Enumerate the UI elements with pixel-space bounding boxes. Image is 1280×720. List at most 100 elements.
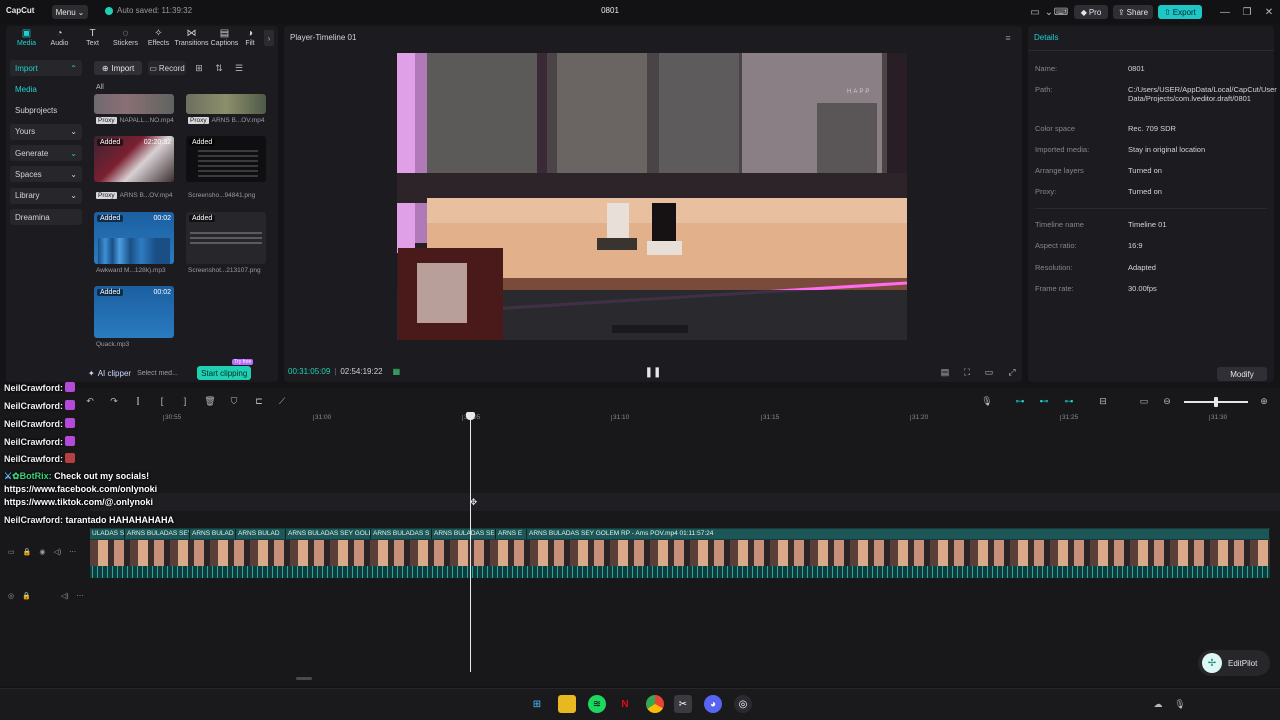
zoom-in-icon[interactable]: ⊕ — [1257, 394, 1271, 408]
modify-button[interactable]: Modify — [1217, 367, 1267, 381]
clip-label[interactable]: ARNS BULADAS SEY GOLEM RP - Ams POV.mp4 … — [527, 529, 1270, 539]
tab-effects[interactable]: ✧ Effects — [142, 26, 175, 50]
link-icon[interactable]: ⊶ — [1013, 394, 1027, 408]
fullscreen-icon[interactable]: ⤢ — [1005, 365, 1019, 379]
sidebar-item-spaces[interactable]: Spaces ⌄ — [10, 166, 82, 183]
ratio-icon[interactable]: ▭ — [982, 365, 996, 379]
file-explorer-icon[interactable] — [558, 695, 576, 713]
sidebar-item-dreamina[interactable]: Dreamina — [10, 209, 82, 226]
sidebar-item-import[interactable]: Import ⌃ — [10, 60, 82, 76]
split-icon[interactable]: ⫿ — [131, 394, 145, 408]
obs-icon[interactable]: ◎ — [734, 695, 752, 713]
horizontal-scrollbar[interactable] — [296, 677, 312, 680]
ai-clipper-button[interactable]: ✦ AI clipper — [88, 369, 131, 378]
shield-icon[interactable]: ⛉ — [227, 394, 241, 408]
select-media-field[interactable]: Select med... — [137, 370, 191, 377]
pro-button[interactable]: ◆ Pro — [1074, 5, 1108, 19]
sidebar-item-media[interactable]: Media — [10, 81, 82, 97]
media-thumb[interactable]: Added — [186, 212, 266, 264]
tab-captions[interactable]: ▤ Captions — [208, 26, 241, 50]
clip-label[interactable]: ARNS BULADAS SE — [432, 529, 496, 539]
export-button[interactable]: ⇧ Export — [1158, 5, 1202, 19]
fit-screen-icon[interactable]: ⛶ — [960, 365, 974, 379]
more-icon[interactable]: ⋯ — [69, 548, 76, 556]
media-thumb[interactable] — [94, 94, 174, 114]
clip-label[interactable]: ARNS BULADAS SEY — [125, 529, 190, 539]
windows-start-icon[interactable]: ⊞ — [528, 695, 546, 713]
grid-icon[interactable]: ▦ — [393, 367, 401, 376]
playhead[interactable] — [470, 416, 471, 672]
magic-icon[interactable]: ⟋ — [275, 394, 289, 408]
netflix-icon[interactable]: N — [616, 695, 634, 713]
shortcuts-icon[interactable]: ⌨ — [1054, 5, 1068, 19]
zoom-slider-handle[interactable] — [1214, 397, 1218, 407]
start-clipping-button[interactable]: Start clipping Try free — [197, 359, 254, 380]
menu-button[interactable]: Menu ⌄ — [52, 5, 88, 19]
media-thumb[interactable]: Added 00:02 — [94, 212, 174, 264]
grid-view-icon[interactable]: ⊞ — [192, 61, 206, 75]
maximize-icon[interactable]: ❐ — [1240, 5, 1254, 19]
preview-axis-icon[interactable]: ⊟ — [1096, 394, 1110, 408]
redo-icon[interactable]: ↷ — [107, 394, 121, 408]
minimize-icon[interactable]: — — [1218, 5, 1232, 19]
layout-icon[interactable]: ▭ — [1028, 5, 1042, 19]
sidebar-item-library[interactable]: Library ⌄ — [10, 187, 82, 204]
clip-label[interactable]: ARNS BULADAS S — [371, 529, 432, 539]
tab-stickers[interactable]: ◌ Stickers — [109, 26, 142, 50]
filter-all-label[interactable]: All — [96, 84, 104, 91]
overlay-track[interactable] — [90, 493, 1280, 511]
trim-left-icon[interactable]: [ — [155, 394, 169, 408]
network-icon[interactable]: ☁ — [1152, 698, 1164, 710]
sidebar-item-yours[interactable]: Yours ⌄ — [10, 123, 82, 140]
sidebar-item-generate[interactable]: Generate ⌄ — [10, 145, 82, 162]
media-thumb[interactable]: Added 00:02 — [94, 286, 174, 338]
video-preview[interactable]: HAPP — [397, 53, 907, 340]
clip-label[interactable]: ULADAS SE — [90, 529, 125, 539]
zoom-out-icon[interactable]: ⊖ — [1160, 394, 1174, 408]
playhead-handle[interactable] — [466, 412, 475, 420]
editpilot-button[interactable]: ✢ EditPilot — [1198, 650, 1270, 676]
media-thumb[interactable] — [186, 94, 266, 114]
chrome-icon[interactable] — [646, 695, 664, 713]
media-thumb[interactable]: Added — [186, 136, 266, 182]
pause-icon[interactable]: ❚❚ — [645, 365, 662, 379]
crop-icon[interactable]: ⊏ — [252, 394, 266, 408]
lock-icon[interactable]: 🔒 — [23, 548, 32, 556]
spotify-icon[interactable]: ≋ — [588, 695, 606, 713]
trim-right-icon[interactable]: ] — [178, 394, 192, 408]
clip-label[interactable]: ARNS BULADAS SEY GOLE — [286, 529, 371, 539]
media-thumb[interactable]: Added 02:20:32 — [94, 136, 174, 182]
undo-icon[interactable]: ↶ — [83, 394, 97, 408]
tab-media[interactable]: ▣ Media — [10, 26, 43, 50]
tab-audio[interactable]: ◔ Audio — [43, 26, 76, 50]
speaker-icon[interactable]: ◁) — [61, 592, 69, 600]
delete-icon[interactable]: 🗑 — [203, 394, 217, 408]
lock-icon[interactable]: 🔒 — [22, 592, 31, 600]
tab-transitions[interactable]: ⋈ Transitions — [175, 26, 209, 50]
clip-filmstrip[interactable] — [90, 540, 1270, 566]
menu-icon[interactable]: ≡ — [1002, 32, 1014, 44]
filter-icon[interactable]: ☰ — [232, 61, 246, 75]
speaker-icon[interactable]: ◁) — [53, 548, 61, 556]
chevron-right-icon[interactable]: › — [264, 30, 274, 46]
close-icon[interactable]: ✕ — [1262, 5, 1276, 19]
clip-label[interactable]: ARNS E — [496, 529, 527, 539]
discord-icon[interactable]: ◕ — [704, 695, 722, 713]
cover-icon[interactable]: ▭ — [8, 548, 15, 556]
clip-label[interactable]: ARNS BULAD — [236, 529, 286, 539]
import-button[interactable]: ⊕ Import — [94, 61, 142, 75]
microphone-tray-icon[interactable]: 🎙 — [1174, 698, 1186, 710]
audio-track-icon[interactable]: ◎ — [8, 592, 14, 600]
magnet-icon[interactable]: ⊷ — [1037, 394, 1051, 408]
capcut-taskbar-icon[interactable]: ✂ — [674, 695, 692, 713]
eye-icon[interactable]: ◉ — [39, 548, 45, 556]
sort-icon[interactable]: ⇅ — [212, 61, 226, 75]
caption-track-icon[interactable]: ▭ — [1137, 394, 1151, 408]
quality-icon[interactable]: ▤ — [938, 365, 952, 379]
record-button[interactable]: ▭ Record — [148, 61, 186, 75]
clip-label[interactable]: ARNS BULAD — [190, 529, 236, 539]
tab-filters[interactable]: ◑ Filt — [241, 26, 259, 50]
microphone-icon[interactable]: 🎙 — [980, 394, 994, 408]
more-icon[interactable]: ⋯ — [77, 592, 84, 600]
snap-icon[interactable]: ⊶ — [1062, 394, 1076, 408]
